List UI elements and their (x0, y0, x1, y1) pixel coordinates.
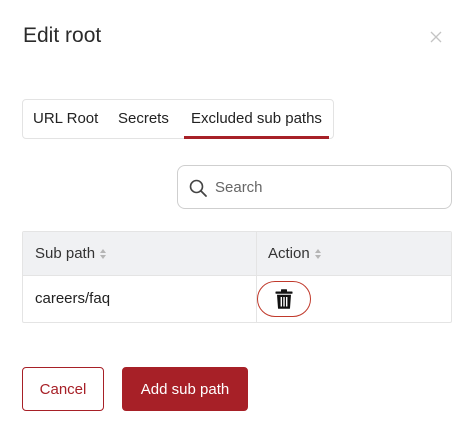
column-header-label: Action (268, 245, 310, 262)
sort-icon (100, 249, 107, 260)
column-header-action[interactable]: Action (268, 232, 322, 275)
tab-excluded-sub-paths[interactable]: Excluded sub paths (184, 100, 329, 139)
dialog-title: Edit root (23, 24, 102, 47)
add-sub-path-button[interactable]: Add sub path (122, 367, 248, 411)
tab-url-root[interactable]: URL Root (33, 100, 98, 138)
column-header-sub-path[interactable]: Sub path (35, 232, 107, 275)
sub-paths-table: Sub path Action careers/faq (22, 231, 452, 323)
table-row: careers/faq (23, 276, 451, 322)
delete-button[interactable] (257, 281, 311, 317)
close-icon[interactable] (427, 28, 445, 46)
sort-icon (314, 249, 321, 260)
trash-icon (275, 289, 293, 309)
search-input[interactable] (215, 167, 440, 207)
cancel-button[interactable]: Cancel (22, 367, 104, 411)
column-header-label: Sub path (35, 245, 96, 262)
tab-secrets[interactable]: Secrets (118, 100, 169, 138)
tab-bar: URL Root Secrets Excluded sub paths (22, 99, 334, 139)
table-header: Sub path Action (23, 232, 451, 276)
sub-path-cell: careers/faq (35, 290, 111, 307)
search-icon (189, 179, 207, 197)
search-box (177, 165, 452, 209)
